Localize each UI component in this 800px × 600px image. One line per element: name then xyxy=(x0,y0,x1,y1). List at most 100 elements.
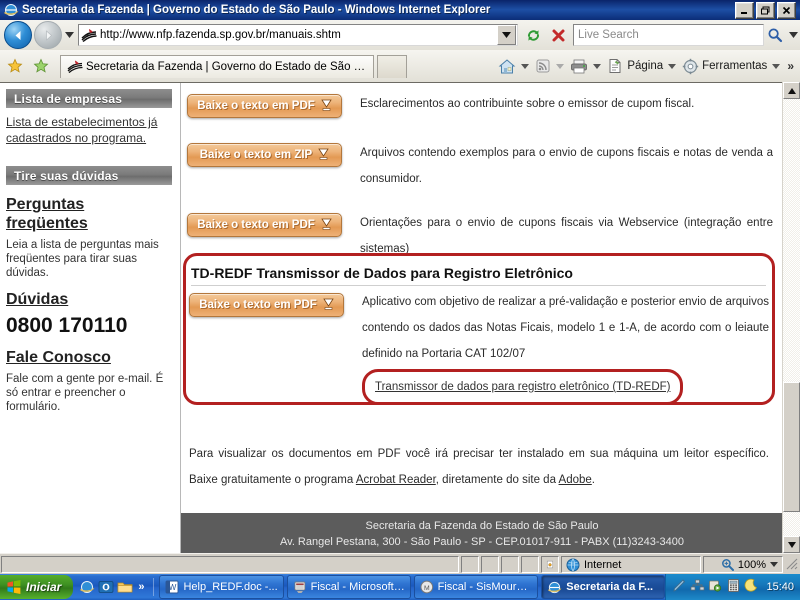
forward-icon[interactable] xyxy=(34,21,62,49)
taskbar-item-sismoura[interactable]: M Fiscal - SisMoura ... xyxy=(413,575,539,599)
download-zip-button[interactable]: Baixe o texto em ZIP xyxy=(187,143,342,167)
restore-button[interactable] xyxy=(756,1,775,19)
site-favicon xyxy=(81,28,97,43)
protected-mode-icon xyxy=(541,556,559,573)
acrobat-reader-link[interactable]: Acrobat Reader xyxy=(356,474,436,486)
new-tab-button[interactable] xyxy=(377,54,407,78)
navigation-bar: http://www.nfp.fazenda.sp.gov.br/manuais… xyxy=(0,20,800,50)
history-dropdown-icon[interactable] xyxy=(62,22,76,48)
security-zone-label: Internet xyxy=(584,558,622,571)
tray-moon-icon[interactable] xyxy=(744,578,759,596)
tab-favicon xyxy=(67,60,83,74)
download-pdf-button-1[interactable]: Baixe o texto em PDF xyxy=(187,94,342,118)
browser-tab[interactable]: Secretaria da Fazenda | Governo do Estad… xyxy=(60,54,374,78)
td-redf-download-link[interactable]: Transmissor de dados para registro eletr… xyxy=(362,369,684,405)
home-dropdown-icon[interactable] xyxy=(521,60,530,72)
taskbar-item-internet-explorer[interactable]: Secretaria da F... xyxy=(541,575,666,599)
page-menu-button[interactable]: Página xyxy=(605,54,665,78)
scrollbar-thumb[interactable] xyxy=(783,382,800,512)
taskbar-clock[interactable]: 15:40 xyxy=(766,581,794,593)
zoom-control[interactable]: 100% xyxy=(703,556,783,573)
sidebar-link-perguntas-frequentes[interactable]: Perguntas freqüentes xyxy=(6,195,170,233)
close-button[interactable] xyxy=(777,1,796,19)
search-icon[interactable] xyxy=(764,24,786,46)
tools-dropdown-icon[interactable] xyxy=(772,60,781,72)
search-placeholder: Live Search xyxy=(578,29,639,41)
toolbar-overflow-icon[interactable]: » xyxy=(783,59,798,73)
sidebar-phone-number: 0800 170110 xyxy=(6,314,128,337)
quicklaunch-outlook-icon[interactable] xyxy=(98,579,114,595)
search-provider-dropdown-icon[interactable] xyxy=(786,24,800,46)
quicklaunch-folder-icon[interactable] xyxy=(117,579,133,595)
download-description-2: Arquivos contendo exemplos para o envio … xyxy=(360,147,773,185)
search-input[interactable]: Live Search xyxy=(573,24,764,46)
address-dropdown-icon[interactable] xyxy=(497,25,516,45)
access-icon xyxy=(294,581,306,593)
print-button[interactable] xyxy=(568,54,590,78)
page-vertical-scrollbar[interactable] xyxy=(782,82,800,553)
favorites-center-icon[interactable] xyxy=(4,55,26,77)
download-button-label: Baixe o texto em PDF xyxy=(199,299,317,311)
tools-menu-button[interactable]: Ferramentas xyxy=(680,54,769,78)
taskbar-item-label: Secretaria da F... xyxy=(566,581,654,593)
scroll-up-icon[interactable] xyxy=(783,82,800,99)
tools-menu-label: Ferramentas xyxy=(702,60,768,72)
sidebar-link-fale-conosco[interactable]: Fale Conosco xyxy=(6,348,170,367)
taskbar-items: W Help_REDF.doc -... Fiscal - Microsoft … xyxy=(157,575,666,599)
taskbar-item-label: Help_REDF.doc -... xyxy=(183,581,278,593)
scroll-down-icon[interactable] xyxy=(783,536,800,553)
adobe-link[interactable]: Adobe xyxy=(559,474,592,486)
tray-network-icon[interactable] xyxy=(690,578,705,596)
add-to-favorites-icon[interactable] xyxy=(30,55,52,77)
feeds-dropdown-icon[interactable] xyxy=(556,60,565,72)
sidebar-link-duvidas[interactable]: Dúvidas xyxy=(6,290,170,309)
zoom-level-label: 100% xyxy=(737,558,766,571)
status-pane-1 xyxy=(461,556,479,573)
quicklaunch-ie-icon[interactable] xyxy=(79,579,95,595)
start-button-label: Iniciar xyxy=(26,580,62,594)
word-icon: W xyxy=(166,580,179,594)
print-dropdown-icon[interactable] xyxy=(593,60,602,72)
zoom-dropdown-icon xyxy=(770,562,778,567)
download-pdf-button-2[interactable]: Baixe o texto em PDF xyxy=(187,213,342,237)
tray-pen-icon[interactable] xyxy=(672,578,687,596)
status-pane-2 xyxy=(481,556,499,573)
address-bar[interactable]: http://www.nfp.fazenda.sp.gov.br/manuais… xyxy=(78,24,518,46)
tray-calculator-icon[interactable] xyxy=(726,578,741,596)
sidebar-header-empresas: Lista de empresas xyxy=(6,89,172,108)
pdf-note-text-2: , diretamente do site da xyxy=(435,474,559,486)
sidebar-text-perguntas: Leia a lista de perguntas mais freqüente… xyxy=(6,239,159,279)
status-pane-3 xyxy=(501,556,519,573)
download-arrow-icon xyxy=(323,298,334,313)
security-zone[interactable]: Internet xyxy=(561,556,701,573)
quicklaunch-overflow-icon[interactable]: » xyxy=(136,581,146,593)
download-pdf-button-td-redf[interactable]: Baixe o texto em PDF xyxy=(189,293,344,317)
tray-volume-icon[interactable] xyxy=(708,578,723,596)
taskbar-separator xyxy=(153,578,155,596)
download-button-label: Baixe o texto em PDF xyxy=(197,100,315,112)
stop-button[interactable] xyxy=(546,23,570,47)
feeds-button[interactable] xyxy=(533,54,553,78)
command-bar-buttons: Página Ferramentas » xyxy=(495,54,800,78)
download-button-cell: Baixe o texto em PDF xyxy=(187,89,352,118)
taskbar-item-word[interactable]: W Help_REDF.doc -... xyxy=(159,575,284,599)
refresh-button[interactable] xyxy=(521,23,545,47)
page-menu-label: Página xyxy=(627,60,664,72)
window-controls xyxy=(735,1,796,19)
download-description-1: Esclarecimentos ao contribuinte sobre o … xyxy=(360,98,695,110)
footer-line-2: Av. Rangel Pestana, 300 - São Paulo - SP… xyxy=(280,536,684,548)
taskbar-item-label: Fiscal - SisMoura ... xyxy=(437,581,533,593)
resize-grip[interactable] xyxy=(784,556,800,573)
internet-explorer-icon xyxy=(3,2,19,18)
back-icon[interactable] xyxy=(4,21,32,49)
tab-label: Secretaria da Fazenda | Governo do Estad… xyxy=(86,60,367,73)
minimize-button[interactable] xyxy=(735,1,754,19)
sidebar-header-duvidas: Tire suas dúvidas xyxy=(6,166,172,185)
home-button[interactable] xyxy=(496,54,518,78)
sidebar-link-estabelecimentos[interactable]: Lista de estabelecimentos já cadastrados… xyxy=(6,114,170,146)
address-url-text: http://www.nfp.fazenda.sp.gov.br/manuais… xyxy=(100,29,341,41)
start-button[interactable]: Iniciar xyxy=(0,575,74,599)
page-dropdown-icon[interactable] xyxy=(668,60,677,72)
taskbar-item-access[interactable]: Fiscal - Microsoft ... xyxy=(286,575,411,599)
status-bar: Internet 100% xyxy=(0,553,800,575)
